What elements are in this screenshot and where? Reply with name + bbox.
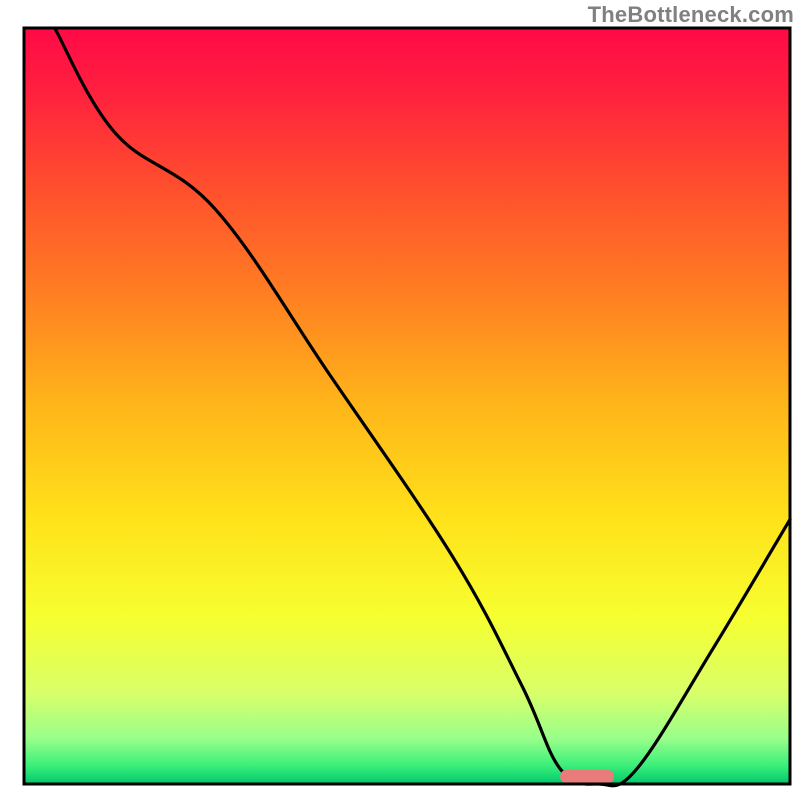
- watermark-text: TheBottleneck.com: [588, 2, 794, 28]
- chart-container: TheBottleneck.com: [0, 0, 800, 800]
- gradient-background: [24, 28, 790, 784]
- plot-area: [24, 28, 790, 786]
- optimum-marker: [560, 770, 614, 783]
- chart-svg: [0, 0, 800, 800]
